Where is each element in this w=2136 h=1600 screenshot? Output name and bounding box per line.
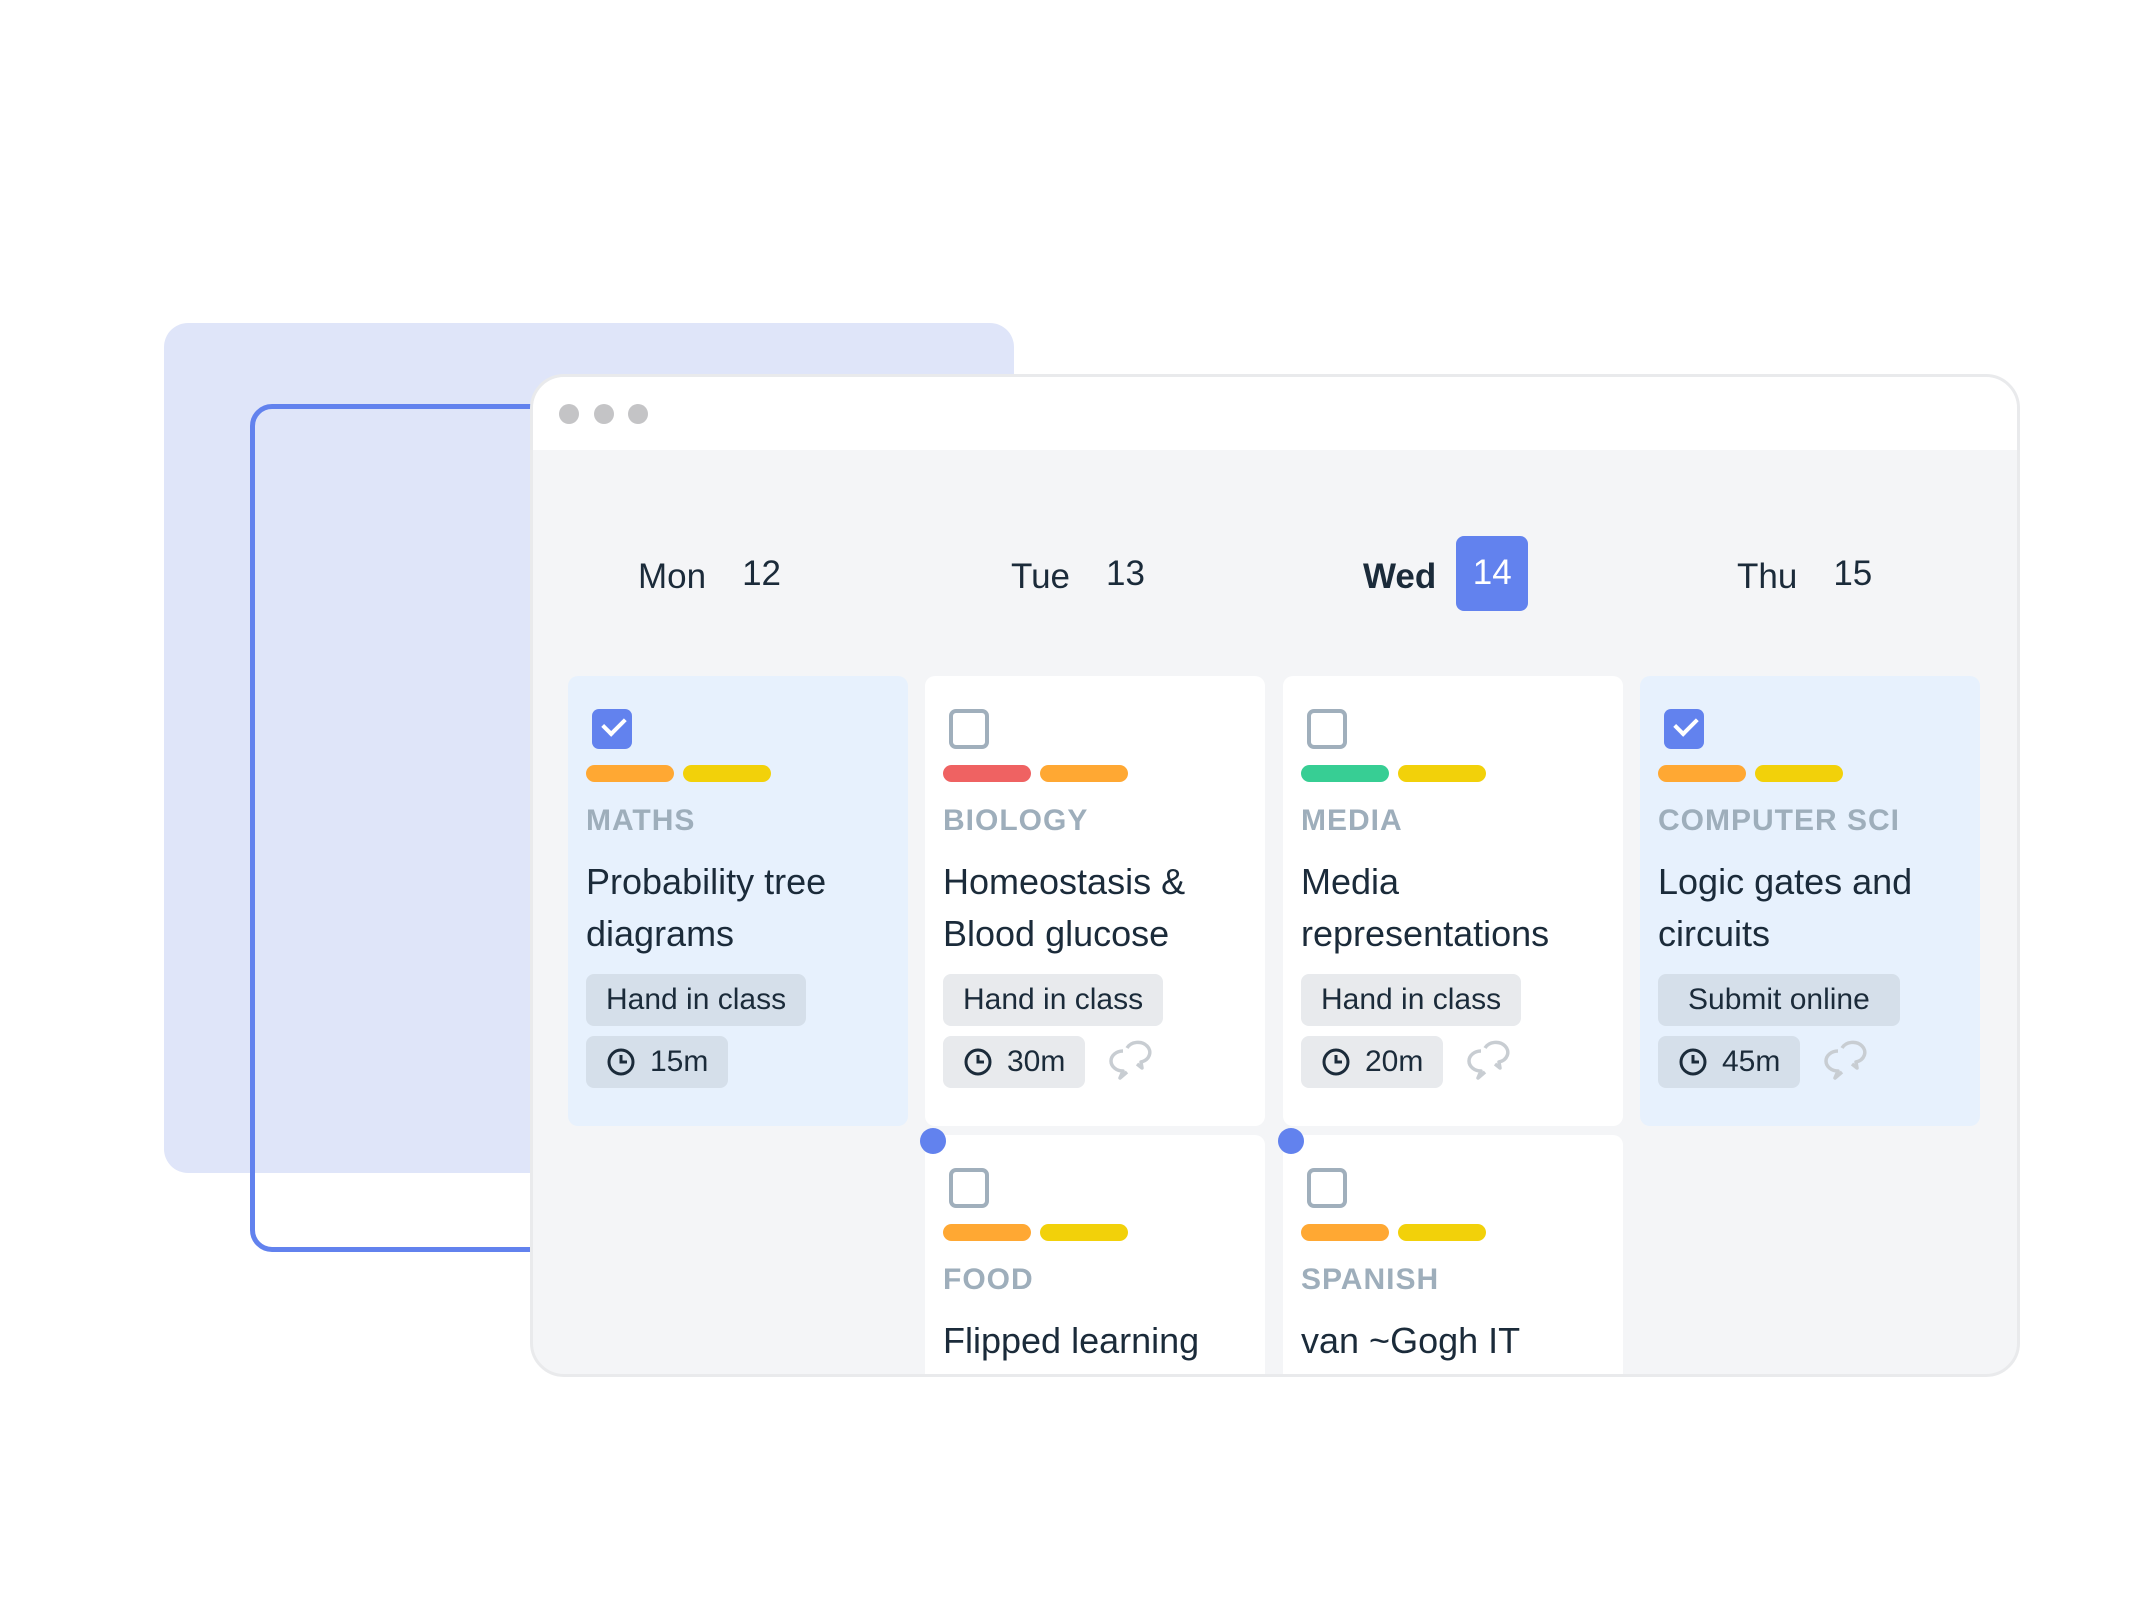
comments-icon[interactable] — [1107, 1039, 1153, 1085]
homework-card-spanish[interactable]: SPANISH van ~Gogh IT — [1283, 1135, 1623, 1374]
homework-card-media[interactable]: MEDIA Media representations Hand in clas… — [1283, 676, 1623, 1126]
day-date: 13 — [1106, 554, 1145, 593]
tag-bars — [1658, 765, 1962, 782]
day-name: Tue — [1011, 557, 1071, 596]
homework-card-maths[interactable]: MATHS Probability tree diagrams Hand in … — [568, 676, 908, 1126]
homework-title: van ~Gogh IT — [1301, 1320, 1521, 1361]
today-date-badge: 14 — [1456, 535, 1529, 611]
tag-bar — [1040, 765, 1128, 782]
subject-label: BIOLOGY — [943, 804, 1089, 837]
window-titlebar — [533, 377, 2017, 450]
tag-bar — [943, 765, 1031, 782]
tag-bar — [1398, 1224, 1486, 1241]
subject-label: MEDIA — [1301, 804, 1403, 837]
duration-text: 45m — [1722, 1045, 1781, 1078]
day-header-mon[interactable]: Mon 12 — [638, 537, 781, 617]
tag-bar — [1755, 765, 1843, 782]
duration-badge: 45m — [1658, 1036, 1801, 1088]
clock-icon — [1679, 1048, 1707, 1076]
tag-bar — [1658, 765, 1746, 782]
homework-title: Homeostasis & Blood glucose — [943, 861, 1186, 954]
tag-bars — [586, 765, 890, 782]
subject-label: COMPUTER SCI — [1658, 804, 1901, 837]
new-item-marker-dot — [920, 1128, 946, 1154]
homework-title: Media representations — [1301, 861, 1550, 954]
completion-checkbox[interactable] — [1307, 1168, 1347, 1208]
submission-type-badge: Hand in class — [586, 974, 807, 1026]
submission-type-badge: Hand in class — [943, 974, 1164, 1026]
duration-text: 20m — [1365, 1045, 1424, 1078]
tag-bar — [1040, 1224, 1128, 1241]
tag-bars — [1301, 765, 1605, 782]
completed-checkbox[interactable] — [592, 709, 632, 749]
window-dot-maximize[interactable] — [628, 404, 648, 424]
tag-bar — [943, 1224, 1031, 1241]
homework-card-computer-sci[interactable]: COMPUTER SCI Logic gates and circuits Su… — [1640, 676, 1980, 1126]
clock-icon — [607, 1048, 635, 1076]
completion-checkbox[interactable] — [1307, 709, 1347, 749]
day-date: 12 — [742, 554, 782, 593]
window-dot-close[interactable] — [559, 404, 579, 424]
homework-card-biology[interactable]: BIOLOGY Homeostasis & Blood glucose Hand… — [925, 676, 1265, 1126]
duration-text: 15m — [650, 1045, 709, 1078]
duration-text: 30m — [1007, 1045, 1066, 1078]
new-item-marker-dot — [1278, 1128, 1304, 1154]
subject-label: SPANISH — [1301, 1263, 1440, 1296]
tag-bars — [943, 765, 1247, 782]
day-name: Mon — [638, 557, 707, 596]
tag-bars — [943, 1224, 1247, 1241]
app-window: Mon 12 Tue 13 Wed 14 Thu 15 MATHS Probab… — [530, 374, 2020, 1377]
homework-title: Flipped learning — [943, 1320, 1200, 1361]
day-header-tue[interactable]: Tue 13 — [1011, 537, 1145, 617]
comments-icon[interactable] — [1465, 1039, 1511, 1085]
duration-badge: 15m — [586, 1036, 729, 1088]
comments-icon[interactable] — [1822, 1039, 1868, 1085]
window-dot-minimize[interactable] — [594, 404, 614, 424]
day-header-wed-today[interactable]: Wed 14 — [1363, 535, 1529, 617]
subject-label: FOOD — [943, 1263, 1034, 1296]
submission-type-badge: Submit online — [1658, 974, 1900, 1026]
day-name: Wed — [1363, 557, 1437, 596]
tag-bar — [586, 765, 674, 782]
subject-label: MATHS — [586, 804, 696, 837]
clock-icon — [964, 1048, 992, 1076]
tag-bar — [1398, 765, 1486, 782]
completion-checkbox[interactable] — [949, 709, 989, 749]
tag-bar — [683, 765, 771, 782]
tag-bars — [1301, 1224, 1605, 1241]
homework-title: Probability tree diagrams — [586, 861, 827, 954]
duration-badge: 20m — [1301, 1036, 1444, 1088]
day-date: 15 — [1833, 554, 1873, 593]
day-header-thu[interactable]: Thu 15 — [1737, 537, 1872, 617]
homework-title: Logic gates and circuits — [1658, 861, 1913, 954]
duration-badge: 30m — [943, 1036, 1086, 1088]
completed-checkbox[interactable] — [1664, 709, 1704, 749]
clock-icon — [1322, 1048, 1350, 1076]
tag-bar — [1301, 1224, 1389, 1241]
homework-card-food[interactable]: FOOD Flipped learning — [925, 1135, 1265, 1374]
tag-bar — [1301, 765, 1389, 782]
submission-type-badge: Hand in class — [1301, 974, 1522, 1026]
completion-checkbox[interactable] — [949, 1168, 989, 1208]
day-name: Thu — [1737, 557, 1798, 596]
